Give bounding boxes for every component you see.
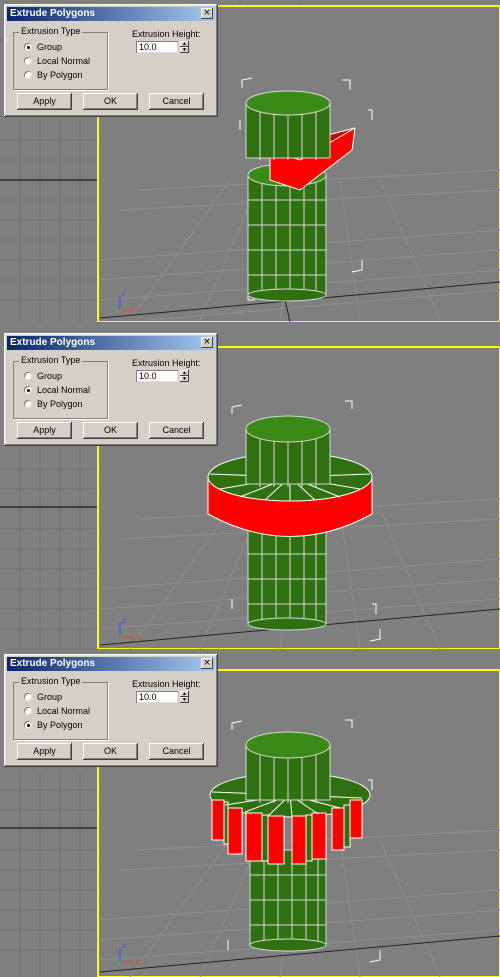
apply-button[interactable]: Apply [17, 743, 72, 760]
extrude-polygons-dialog: Extrude Polygons × Extrusion Type Group … [4, 333, 218, 446]
radio-label: By Polygon [37, 399, 83, 409]
extrusion-height-input[interactable]: 10.0 [136, 691, 178, 703]
radio-icon [24, 400, 32, 408]
radio-label: Local Normal [37, 385, 91, 395]
svg-text:x: x [136, 307, 140, 314]
dialog-title: Extrude Polygons [10, 337, 96, 348]
apply-button[interactable]: Apply [17, 93, 72, 110]
radio-icon [24, 707, 32, 715]
ok-button[interactable]: OK [83, 743, 138, 760]
radio-label: By Polygon [37, 70, 83, 80]
height-spinner[interactable]: ▲ ▼ [180, 41, 189, 53]
radio-label: Group [37, 692, 63, 702]
radio-icon [24, 43, 32, 51]
svg-text:x: x [136, 634, 140, 641]
height-spinner[interactable]: ▲ ▼ [180, 691, 189, 703]
title-bar: Extrude Polygons × [7, 657, 215, 671]
radio-icon [24, 386, 32, 394]
radio-label: Group [37, 371, 63, 381]
svg-text:x: x [136, 959, 140, 966]
radio-icon [24, 372, 32, 380]
viewport-panel-2: z x Extrude Polygons × Extrusion Type Gr… [0, 329, 500, 649]
svg-text:z: z [122, 943, 125, 950]
extrusion-type-group: Extrusion Type Group Local Normal By Pol… [13, 26, 108, 90]
radio-label: Group [37, 42, 63, 52]
svg-text:z: z [122, 618, 125, 625]
radio-label: Local Normal [37, 706, 91, 716]
extrusion-height-input[interactable]: 10.0 [136, 41, 178, 53]
height-spinner[interactable]: ▲ ▼ [180, 370, 189, 382]
cancel-button[interactable]: Cancel [149, 422, 204, 439]
extrusion-type-label: Extrusion Type [19, 26, 83, 36]
cancel-button[interactable]: Cancel [149, 93, 204, 110]
extrusion-height-input[interactable]: 10.0 [136, 370, 178, 382]
ok-button[interactable]: OK [83, 422, 138, 439]
extrusion-height-label: Extrusion Height: [132, 358, 201, 368]
extrusion-height-label: Extrusion Height: [132, 679, 201, 689]
extrude-polygons-dialog: Extrude Polygons × Extrusion Type Group … [4, 654, 218, 767]
spinner-down-icon[interactable]: ▼ [180, 697, 189, 703]
title-bar: Extrude Polygons × [7, 7, 215, 21]
extrusion-type-group: Extrusion Type Group Local Normal By Pol… [13, 676, 108, 740]
radio-icon [24, 57, 32, 65]
apply-button[interactable]: Apply [17, 422, 72, 439]
dialog-title: Extrude Polygons [10, 8, 96, 19]
viewport-panel-3: z x Extrude Polygons × Extrusion Type Gr… [0, 650, 500, 977]
extrude-polygons-dialog: Extrude Polygons × Extrusion Type Group … [4, 4, 218, 117]
radio-label: By Polygon [37, 720, 83, 730]
extrusion-type-label: Extrusion Type [19, 355, 83, 365]
radio-icon [24, 721, 32, 729]
radio-label: Local Normal [37, 56, 91, 66]
close-icon[interactable]: × [201, 337, 213, 348]
close-icon[interactable]: × [201, 8, 213, 19]
svg-text:z: z [122, 291, 125, 298]
cancel-button[interactable]: Cancel [149, 743, 204, 760]
radio-icon [24, 693, 32, 701]
ok-button[interactable]: OK [83, 93, 138, 110]
extrusion-type-group: Extrusion Type Group Local Normal By Pol… [13, 355, 108, 419]
extrusion-height-label: Extrusion Height: [132, 29, 201, 39]
spinner-down-icon[interactable]: ▼ [180, 47, 189, 53]
close-icon[interactable]: × [201, 658, 213, 669]
viewport-panel-1: z x Extrude Polygons × Extrusion Type Gr… [0, 0, 500, 322]
dialog-title: Extrude Polygons [10, 658, 96, 669]
title-bar: Extrude Polygons × [7, 336, 215, 350]
extrusion-type-label: Extrusion Type [19, 676, 83, 686]
radio-icon [24, 71, 32, 79]
spinner-down-icon[interactable]: ▼ [180, 376, 189, 382]
